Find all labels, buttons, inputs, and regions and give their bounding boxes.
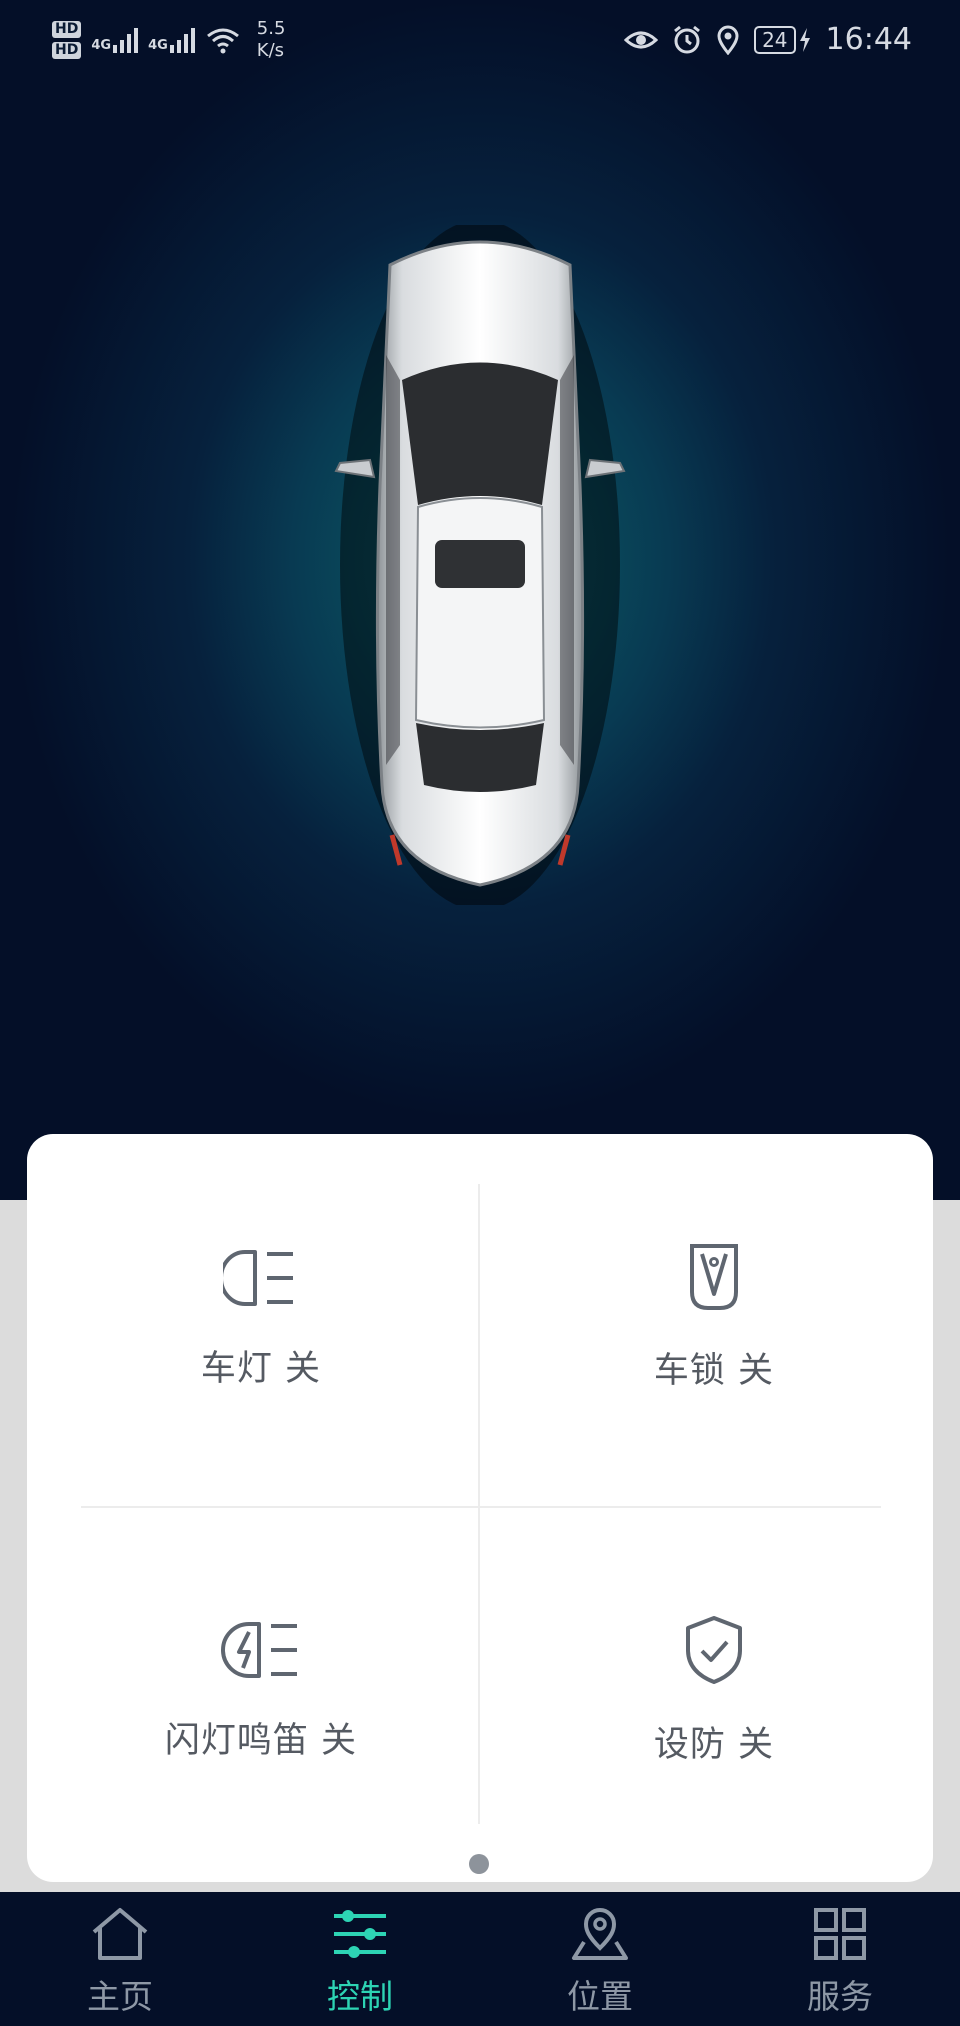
- signal-bars-icon: [169, 27, 195, 53]
- vehicle-hero: HD HD 4G 4G 5.5 K/s 24 16:44: [0, 0, 960, 1200]
- home-icon: [92, 1908, 148, 1960]
- control-car-lock[interactable]: 车锁 关: [504, 1242, 924, 1393]
- control-label: 设防 关: [653, 1725, 775, 1765]
- battery-icon: 24: [754, 25, 796, 54]
- headlight-icon: [223, 1250, 293, 1306]
- sliders-icon: [334, 1910, 386, 1958]
- wifi-icon: [206, 28, 239, 54]
- grid-icon: [814, 1908, 866, 1960]
- bottom-nav-bar: 主页 控制 位置 服务: [0, 1892, 960, 2026]
- nav-label: 服务: [807, 1977, 873, 2016]
- page-indicator-dot[interactable]: [469, 1854, 489, 1874]
- control-label: 闪灯鸣笛 关: [164, 1721, 358, 1761]
- speed-value: 5.5: [256, 18, 286, 39]
- grid-divider-horizontal: [81, 1506, 881, 1508]
- status-bar: HD HD 4G 4G 5.5 K/s 24 16:44: [0, 14, 960, 74]
- nav-label: 控制: [327, 1977, 393, 2016]
- control-panel-card: 车灯 关 车锁 关 闪灯鸣笛 关 设防 关: [27, 1134, 933, 1882]
- nav-item-location[interactable]: 位置: [520, 1906, 680, 2018]
- sim1-hd-badge: HD: [52, 21, 82, 38]
- location-pin-icon: [572, 1908, 628, 1960]
- network-speed: 5.5 K/s: [257, 18, 286, 62]
- shield-check-icon: [686, 1616, 742, 1684]
- signal-1: 4G: [91, 27, 139, 53]
- net1-label: 4G: [91, 38, 112, 53]
- speed-unit: K/s: [256, 40, 285, 61]
- car-top-view-image: [334, 225, 626, 905]
- eye-icon: [624, 31, 659, 48]
- alarm-icon: [674, 25, 701, 53]
- clock-time: 16:44: [825, 22, 912, 57]
- control-arm-defense[interactable]: 设防 关: [504, 1614, 924, 1767]
- charging-icon: [799, 27, 810, 52]
- location-icon: [717, 25, 739, 55]
- grid-divider-vertical: [478, 1184, 480, 1824]
- nav-item-control[interactable]: 控制: [280, 1906, 440, 2018]
- sim-indicators: HD HD: [52, 21, 82, 59]
- control-label: 车灯 关: [200, 1349, 322, 1389]
- net2-label: 4G: [148, 38, 168, 53]
- flash-horn-icon: [221, 1622, 297, 1678]
- signal-2: 4G: [148, 27, 195, 53]
- sim2-hd-badge: HD: [52, 42, 82, 59]
- control-headlight[interactable]: 车灯 关: [51, 1246, 471, 1391]
- nav-item-home[interactable]: 主页: [40, 1906, 200, 2018]
- car-lock-icon: [690, 1244, 738, 1310]
- nav-label: 主页: [87, 1977, 153, 2016]
- signal-bars-icon: [113, 27, 139, 53]
- control-flash-horn[interactable]: 闪灯鸣笛 关: [51, 1618, 471, 1763]
- nav-label: 位置: [567, 1977, 633, 2016]
- control-label: 车锁 关: [653, 1351, 775, 1391]
- nav-item-service[interactable]: 服务: [760, 1906, 920, 2018]
